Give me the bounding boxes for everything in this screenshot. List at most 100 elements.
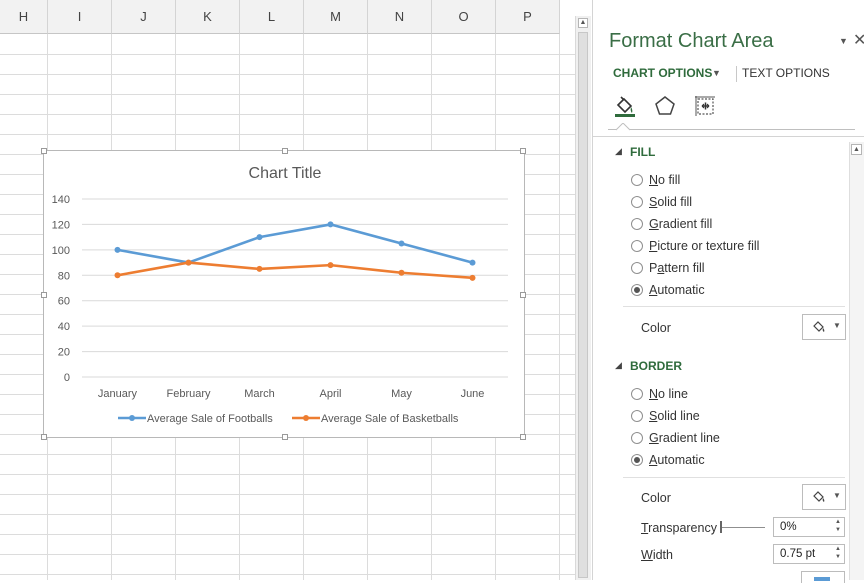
grid-column-line bbox=[559, 34, 560, 580]
radio-button[interactable] bbox=[631, 410, 643, 422]
radio-button[interactable] bbox=[631, 454, 643, 466]
transparency-slider[interactable] bbox=[721, 527, 765, 528]
size-properties-icon[interactable] bbox=[693, 94, 717, 118]
radio-button[interactable] bbox=[631, 388, 643, 400]
radio-button[interactable] bbox=[631, 284, 643, 296]
width-spinner[interactable]: 0.75 pt ▲ ▼ bbox=[773, 544, 845, 564]
x-tick-label: January bbox=[98, 388, 138, 400]
resize-handle[interactable] bbox=[520, 434, 526, 440]
border-section-header[interactable]: BORDER bbox=[630, 359, 682, 373]
data-point[interactable] bbox=[114, 246, 121, 253]
grid-row-line bbox=[0, 134, 575, 135]
radio-label[interactable]: No fill bbox=[649, 173, 680, 187]
grid-row-line bbox=[0, 494, 575, 495]
radio-button[interactable] bbox=[631, 240, 643, 252]
column-header[interactable]: H bbox=[0, 0, 48, 34]
resize-handle[interactable] bbox=[282, 434, 288, 440]
border-color-label: Color bbox=[641, 491, 671, 505]
collapse-triangle-icon[interactable]: ◢ bbox=[615, 360, 622, 371]
data-point[interactable] bbox=[327, 221, 334, 228]
transparency-slider-thumb[interactable] bbox=[720, 521, 722, 533]
radio-button[interactable] bbox=[631, 432, 643, 444]
radio-label[interactable]: Gradient fill bbox=[649, 217, 712, 231]
resize-handle[interactable] bbox=[41, 148, 47, 154]
radio-label[interactable]: Automatic bbox=[649, 453, 705, 467]
resize-handle[interactable] bbox=[520, 148, 526, 154]
sheet-vertical-scrollbar[interactable]: ▲ bbox=[575, 16, 591, 580]
column-header[interactable]: P bbox=[496, 0, 560, 34]
y-tick-label: 40 bbox=[58, 321, 70, 333]
radio-button[interactable] bbox=[631, 174, 643, 186]
chevron-down-icon[interactable]: ▼ bbox=[712, 68, 721, 78]
collapse-triangle-icon[interactable]: ◢ bbox=[615, 146, 622, 157]
y-tick-label: 120 bbox=[52, 219, 70, 231]
grid-row-line bbox=[0, 534, 575, 535]
radio-label[interactable]: No line bbox=[649, 387, 688, 401]
legend-entry[interactable]: Average Sale of Footballs bbox=[147, 413, 273, 425]
series-line[interactable] bbox=[117, 223, 473, 264]
radio-button[interactable] bbox=[631, 262, 643, 274]
transparency-spinner[interactable]: 0% ▲ ▼ bbox=[773, 517, 845, 537]
resize-handle[interactable] bbox=[520, 292, 526, 298]
data-point[interactable] bbox=[185, 259, 192, 266]
radio-label[interactable]: Gradient line bbox=[649, 431, 720, 445]
column-header[interactable]: M bbox=[304, 0, 368, 34]
y-tick-label: 100 bbox=[52, 245, 70, 257]
transparency-label: Transparency bbox=[641, 521, 717, 535]
data-point[interactable] bbox=[469, 274, 476, 281]
scroll-up-arrow-icon[interactable]: ▲ bbox=[851, 144, 862, 155]
column-header[interactable]: J bbox=[112, 0, 176, 34]
fill-color-button[interactable]: ▼ bbox=[802, 314, 846, 340]
chart-area[interactable]: 0 20 40 60 80 100 120 140 January February March Ap… bbox=[41, 148, 526, 440]
data-point[interactable] bbox=[398, 269, 405, 276]
column-header[interactable]: O bbox=[432, 0, 496, 34]
tab-text-options[interactable]: TEXT OPTIONS bbox=[742, 66, 830, 80]
spin-down-icon[interactable]: ▼ bbox=[835, 554, 841, 560]
column-header[interactable]: K bbox=[176, 0, 240, 34]
legend-marker bbox=[129, 415, 135, 421]
width-value[interactable]: 0.75 pt bbox=[780, 548, 815, 560]
radio-label[interactable]: Automatic bbox=[649, 283, 705, 297]
spin-up-icon[interactable]: ▲ bbox=[835, 546, 841, 552]
data-point[interactable] bbox=[114, 272, 121, 279]
column-header[interactable]: L bbox=[240, 0, 304, 34]
fill-section-header[interactable]: FILL bbox=[630, 145, 655, 159]
close-icon[interactable]: ✕ bbox=[853, 30, 864, 50]
data-point[interactable] bbox=[327, 262, 334, 269]
scroll-up-arrow-icon[interactable]: ▲ bbox=[578, 18, 588, 28]
x-tick-label: March bbox=[244, 388, 275, 400]
fill-line-icon[interactable] bbox=[613, 94, 637, 118]
compound-type-button[interactable] bbox=[801, 571, 845, 583]
radio-button[interactable] bbox=[631, 196, 643, 208]
legend-entry[interactable]: Average Sale of Basketballs bbox=[321, 413, 459, 425]
spin-up-icon[interactable]: ▲ bbox=[835, 519, 841, 525]
radio-label[interactable]: Solid line bbox=[649, 409, 700, 423]
resize-handle[interactable] bbox=[41, 292, 47, 298]
effects-pentagon-icon[interactable] bbox=[653, 94, 677, 118]
icon-tab-underline bbox=[608, 129, 616, 130]
y-tick-label: 80 bbox=[58, 270, 70, 282]
scrollbar-thumb[interactable] bbox=[578, 32, 588, 578]
radio-label[interactable]: Solid fill bbox=[649, 195, 692, 209]
panel-scrollbar[interactable]: ▲ bbox=[849, 142, 864, 580]
data-point[interactable] bbox=[256, 265, 263, 272]
radio-label[interactable]: Pattern fill bbox=[649, 261, 705, 275]
data-point[interactable] bbox=[398, 240, 405, 247]
chart-title[interactable]: Chart Title bbox=[44, 165, 526, 183]
transparency-value[interactable]: 0% bbox=[780, 521, 797, 533]
column-header[interactable]: N bbox=[368, 0, 432, 34]
border-color-button[interactable]: ▼ bbox=[802, 484, 846, 510]
radio-button[interactable] bbox=[631, 218, 643, 230]
grid-row-line bbox=[0, 514, 575, 515]
spin-down-icon[interactable]: ▼ bbox=[835, 527, 841, 533]
data-point[interactable] bbox=[469, 259, 476, 266]
divider bbox=[623, 306, 845, 307]
data-point[interactable] bbox=[256, 234, 263, 241]
column-header[interactable]: I bbox=[48, 0, 112, 34]
radio-label[interactable]: Picture or texture fill bbox=[649, 239, 759, 253]
chevron-down-icon[interactable]: ▼ bbox=[839, 36, 848, 46]
resize-handle[interactable] bbox=[41, 434, 47, 440]
resize-handle[interactable] bbox=[282, 148, 288, 154]
grid-row-line bbox=[0, 114, 575, 115]
tab-chart-options[interactable]: CHART OPTIONS bbox=[613, 66, 712, 80]
